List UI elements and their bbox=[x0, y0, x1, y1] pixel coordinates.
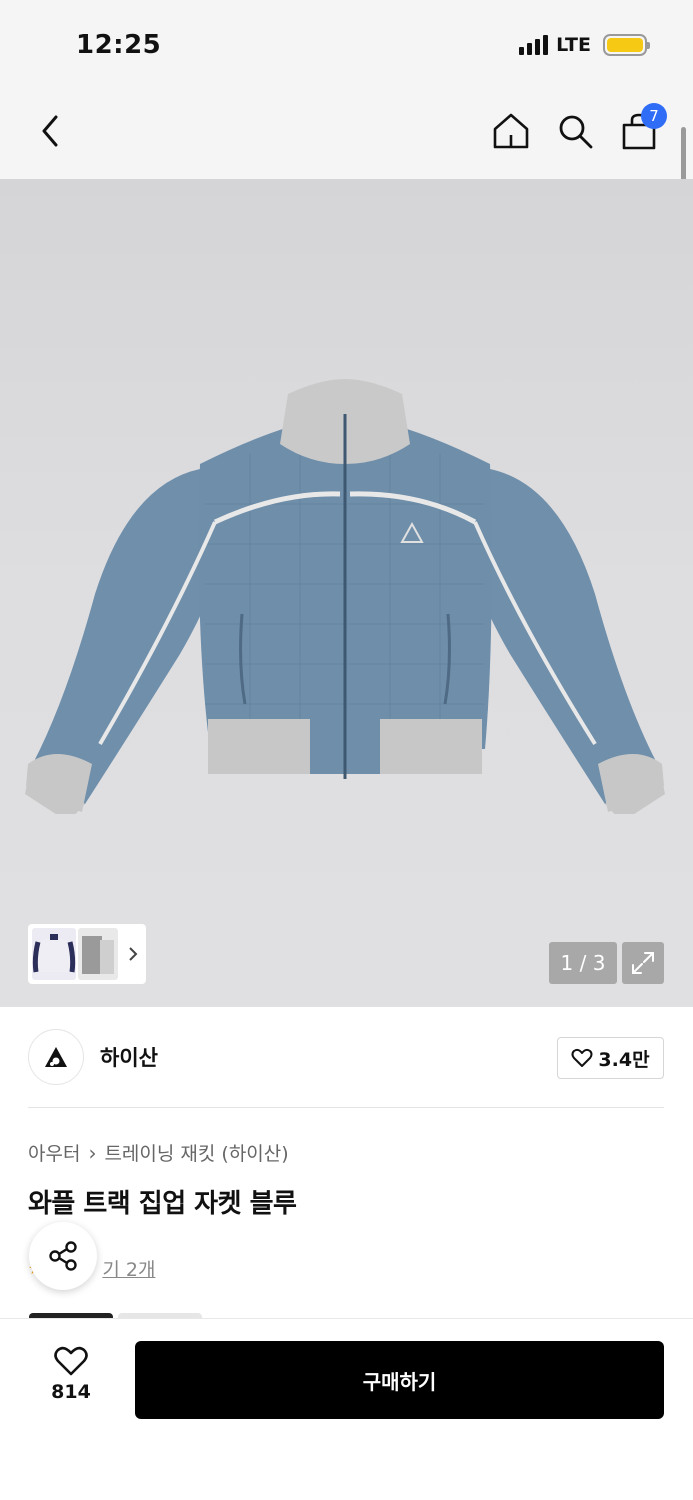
home-button[interactable] bbox=[489, 109, 533, 153]
network-label: LTE bbox=[556, 34, 591, 56]
brand-logo-icon bbox=[45, 1047, 67, 1067]
chevron-right-icon bbox=[129, 947, 138, 961]
image-page-counter: 1 / 3 bbox=[549, 942, 617, 984]
search-icon bbox=[559, 115, 593, 149]
thumbnail-1[interactable] bbox=[32, 928, 76, 980]
share-button[interactable] bbox=[29, 1222, 97, 1290]
back-button[interactable] bbox=[30, 109, 70, 153]
breadcrumb-subcategory[interactable]: 트레이닝 재킷 (하이산) bbox=[104, 1139, 288, 1166]
buy-button[interactable]: 구매하기 bbox=[135, 1341, 664, 1419]
wishlist-button[interactable]: 814 bbox=[40, 1345, 102, 1415]
product-image-jacket bbox=[25, 379, 665, 814]
brand-row: 하이산 3.4만 bbox=[28, 1027, 664, 1087]
brand-name[interactable]: 하이산 bbox=[100, 1042, 158, 1072]
top-nav-bar: 7 bbox=[0, 95, 693, 179]
section-divider bbox=[28, 1107, 664, 1108]
status-bar: 12:25 LTE bbox=[0, 0, 693, 95]
chevron-left-icon bbox=[42, 115, 58, 147]
thumbnail-strip[interactable] bbox=[28, 924, 146, 984]
chevron-right-icon: › bbox=[88, 1140, 97, 1165]
home-icon bbox=[493, 113, 529, 149]
heart-icon bbox=[571, 1048, 593, 1067]
brand-like-count: 3.4만 bbox=[598, 1048, 650, 1071]
status-indicators: LTE bbox=[519, 34, 650, 56]
breadcrumb: 아우터 › 트레이닝 재킷 (하이산) bbox=[28, 1139, 289, 1166]
brand-like-button[interactable]: 3.4만 bbox=[557, 1037, 664, 1079]
cart-button[interactable]: 7 bbox=[617, 103, 667, 153]
signal-icon bbox=[519, 35, 549, 55]
cart-count-badge: 7 bbox=[641, 103, 667, 129]
status-time: 12:25 bbox=[76, 30, 162, 60]
bottom-action-bar: 814 구매하기 bbox=[0, 1318, 693, 1500]
wishlist-count: 814 bbox=[51, 1381, 91, 1403]
thumbnail-next-button[interactable] bbox=[124, 946, 142, 962]
fullscreen-button[interactable] bbox=[622, 942, 664, 984]
breadcrumb-category[interactable]: 아우터 bbox=[28, 1139, 80, 1166]
battery-icon bbox=[603, 34, 650, 56]
thumbnail-2[interactable] bbox=[78, 928, 118, 980]
product-image-gallery[interactable]: 1 / 3 bbox=[0, 179, 693, 1007]
share-icon bbox=[49, 1241, 77, 1271]
heart-icon bbox=[54, 1346, 88, 1376]
expand-icon bbox=[632, 952, 654, 974]
review-count-link[interactable]: 기 2개 bbox=[102, 1255, 155, 1282]
product-title: 와플 트랙 집업 자켓 블루 bbox=[28, 1189, 297, 1219]
brand-logo[interactable] bbox=[28, 1029, 84, 1085]
search-button[interactable] bbox=[553, 109, 597, 153]
